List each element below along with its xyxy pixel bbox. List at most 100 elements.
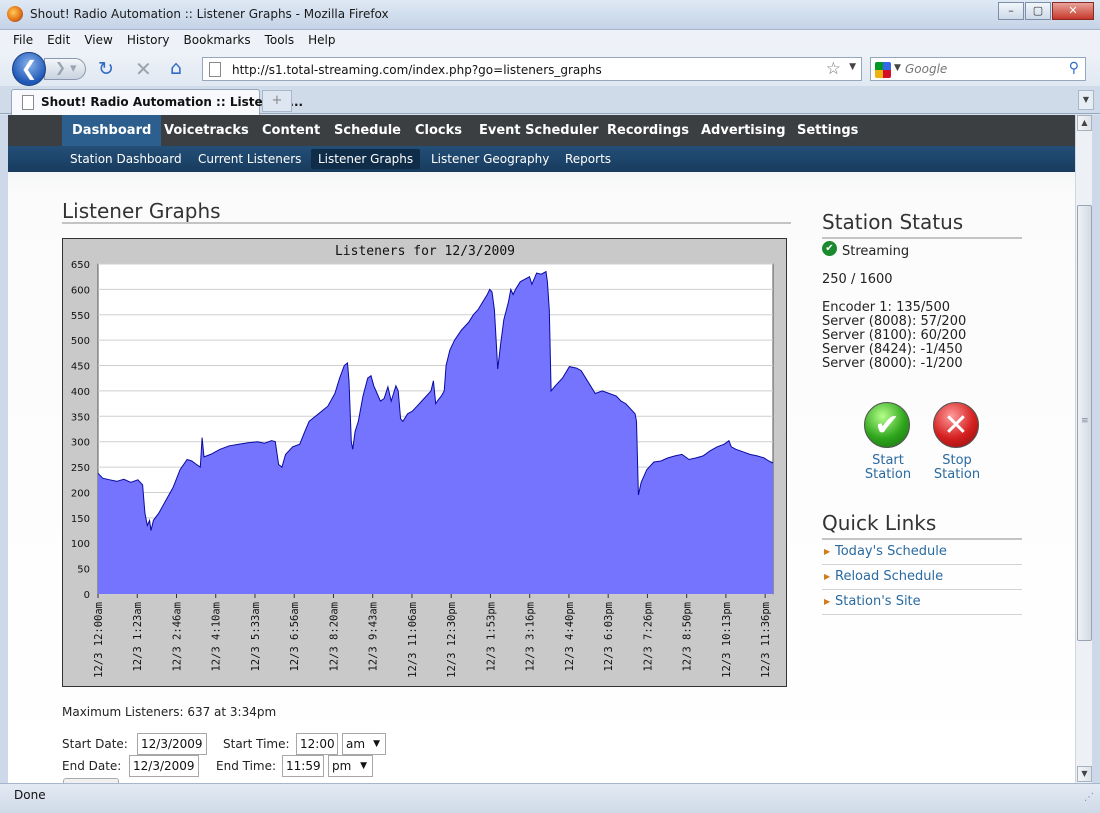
window-controls: – ▢ ✕ xyxy=(997,2,1094,20)
subnav-reports[interactable]: Reports xyxy=(558,149,618,169)
x-tick-label: 12/3 1:53pm xyxy=(485,602,497,672)
stop-station-button[interactable]: ✕ xyxy=(933,402,979,448)
start-station-link[interactable]: Start Station xyxy=(860,454,916,482)
vertical-scrollbar[interactable]: ▲ ≡ ▼ xyxy=(1075,115,1092,783)
menu-bar: File Edit View History Bookmarks Tools Help xyxy=(0,30,1100,52)
home-icon[interactable]: ⌂ xyxy=(170,57,182,79)
url-bar[interactable]: http://s1.total-streaming.com/index.php?… xyxy=(202,57,862,81)
new-tab-button[interactable]: + xyxy=(262,90,292,112)
y-tick-label: 250 xyxy=(71,463,90,474)
end-date-input[interactable] xyxy=(129,755,199,777)
y-tick-label: 200 xyxy=(71,488,90,499)
subnav-station-dashboard[interactable]: Station Dashboard xyxy=(63,149,189,169)
menu-edit[interactable]: Edit xyxy=(40,30,77,47)
page-content: Dashboard Voicetracks Content Schedule C… xyxy=(8,115,1075,783)
nav-advertising[interactable]: Advertising xyxy=(691,115,796,146)
maximize-button[interactable]: ▢ xyxy=(1025,2,1051,20)
url-history-dropdown-icon[interactable]: ▼ xyxy=(849,62,856,72)
end-time-input[interactable] xyxy=(282,755,324,777)
nav-dashboard[interactable]: Dashboard xyxy=(62,115,162,146)
scroll-up-button[interactable]: ▲ xyxy=(1077,115,1092,131)
server-status: Server (8008): 57/200 xyxy=(822,314,967,329)
menu-tools[interactable]: Tools xyxy=(258,30,302,47)
x-tick-label: 12/3 12:00am xyxy=(93,602,105,678)
subnav-listener-geography[interactable]: Listener Geography xyxy=(424,149,556,169)
start-ampm-select[interactable]: am ▼ xyxy=(342,733,386,755)
quick-link-reload-schedule[interactable]: ▶ Reload Schedule xyxy=(822,565,1022,590)
end-ampm-select[interactable]: pm ▼ xyxy=(328,755,373,777)
google-engine-icon[interactable] xyxy=(875,62,891,78)
window-titlebar: Shout! Radio Automation :: Listener Grap… xyxy=(0,0,1100,30)
y-tick-label: 500 xyxy=(71,336,90,347)
scroll-down-button[interactable]: ▼ xyxy=(1077,766,1092,782)
quick-link-stations-site[interactable]: ▶ Station's Site xyxy=(822,590,1022,615)
search-icon[interactable]: ⚲ xyxy=(1069,60,1079,76)
menu-history[interactable]: History xyxy=(120,30,177,47)
menu-file[interactable]: File xyxy=(0,30,40,47)
subnav-current-listeners[interactable]: Current Listeners xyxy=(191,149,308,169)
start-label-line2: Station xyxy=(864,467,912,482)
x-tick-label: 12/3 12:30pm xyxy=(446,602,458,678)
start-station-button[interactable]: ✔ xyxy=(864,402,910,448)
server-status: Server (8100): 60/200 xyxy=(822,328,967,343)
quick-link-label[interactable]: Station's Site xyxy=(835,594,921,609)
tab-list-dropdown-icon[interactable]: ▼ xyxy=(1078,90,1094,110)
x-tick-label: 12/3 4:10am xyxy=(211,602,223,672)
nav-schedule[interactable]: Schedule xyxy=(324,115,411,146)
nav-recordings[interactable]: Recordings xyxy=(597,115,699,146)
scroll-thumb[interactable]: ≡ xyxy=(1077,205,1092,641)
search-engine-dropdown-icon[interactable]: ▼ xyxy=(894,63,901,73)
window-border-right xyxy=(1092,115,1100,783)
nav-settings[interactable]: Settings xyxy=(787,115,868,146)
subnav-listener-graphs[interactable]: Listener Graphs xyxy=(311,149,421,169)
x-tick-label: 12/3 6:56am xyxy=(289,602,301,672)
x-tick-label: 12/3 7:26pm xyxy=(642,602,654,672)
streaming-check-icon: ✔ xyxy=(822,241,837,256)
y-tick-label: 450 xyxy=(71,362,90,373)
forward-button[interactable]: ❯ ▾ xyxy=(44,58,86,80)
x-tick-label: 12/3 10:13pm xyxy=(721,602,733,678)
menu-view[interactable]: View xyxy=(77,30,119,47)
nav-voicetracks[interactable]: Voicetracks xyxy=(154,115,259,146)
menu-bookmarks[interactable]: Bookmarks xyxy=(177,30,258,47)
url-text[interactable]: http://s1.total-streaming.com/index.php?… xyxy=(232,63,602,77)
navigation-toolbar: ❯ ▾ ❮ ↻ ✕ ⌂ http://s1.total-streaming.co… xyxy=(0,52,1100,86)
listener-chart: Listeners for 12/3/2009 0 50 100 150 200 250 30… xyxy=(62,238,787,687)
x-tick-label: 12/3 3:16pm xyxy=(525,602,537,672)
end-date-label: End Date: xyxy=(62,759,122,773)
resize-grip-icon[interactable]: ⋰ xyxy=(1084,792,1094,803)
y-tick-label: 0 xyxy=(84,590,90,601)
nav-content[interactable]: Content xyxy=(252,115,330,146)
start-date-input[interactable] xyxy=(137,733,207,755)
start-time-label: Start Time: xyxy=(223,737,290,751)
start-label-line1: Start xyxy=(872,453,904,468)
x-tick-label: 12/3 8:50pm xyxy=(682,602,694,672)
bookmark-star-icon[interactable]: ☆ xyxy=(826,59,841,79)
close-button[interactable]: ✕ xyxy=(1052,2,1094,20)
y-tick-label: 600 xyxy=(71,285,90,296)
stop-station-link[interactable]: Stop Station xyxy=(929,454,985,482)
chevron-down-icon: ▼ xyxy=(373,739,380,749)
reload-icon[interactable]: ↻ xyxy=(98,58,114,80)
quick-link-todays-schedule[interactable]: ▶ Today's Schedule xyxy=(822,540,1022,565)
nav-event-scheduler[interactable]: Event Scheduler xyxy=(469,115,609,146)
start-time-input[interactable] xyxy=(296,733,338,755)
main-nav: Dashboard Voicetracks Content Schedule C… xyxy=(8,115,1075,146)
window-border-left xyxy=(0,115,8,783)
nav-clocks[interactable]: Clocks xyxy=(405,115,472,146)
menu-help[interactable]: Help xyxy=(301,30,342,47)
end-ampm-value: pm xyxy=(332,759,352,773)
streaming-label: Streaming xyxy=(842,244,910,259)
quick-link-label[interactable]: Reload Schedule xyxy=(835,569,943,584)
back-button[interactable]: ❮ xyxy=(12,52,46,86)
minimize-button[interactable]: – xyxy=(998,2,1024,20)
stop-icon[interactable]: ✕ xyxy=(135,57,152,81)
quick-link-label[interactable]: Today's Schedule xyxy=(835,544,947,559)
station-status-title: Station Status xyxy=(822,210,964,234)
x-tick-label: 12/3 11:06am xyxy=(407,602,419,678)
page-icon xyxy=(209,62,221,77)
search-bar[interactable]: ▼ ⚲ xyxy=(870,57,1086,81)
status-text: Done xyxy=(14,788,46,802)
tab-listener-graphs[interactable]: Shout! Radio Automation :: Listener ... xyxy=(11,89,303,115)
search-input[interactable] xyxy=(905,61,1065,77)
